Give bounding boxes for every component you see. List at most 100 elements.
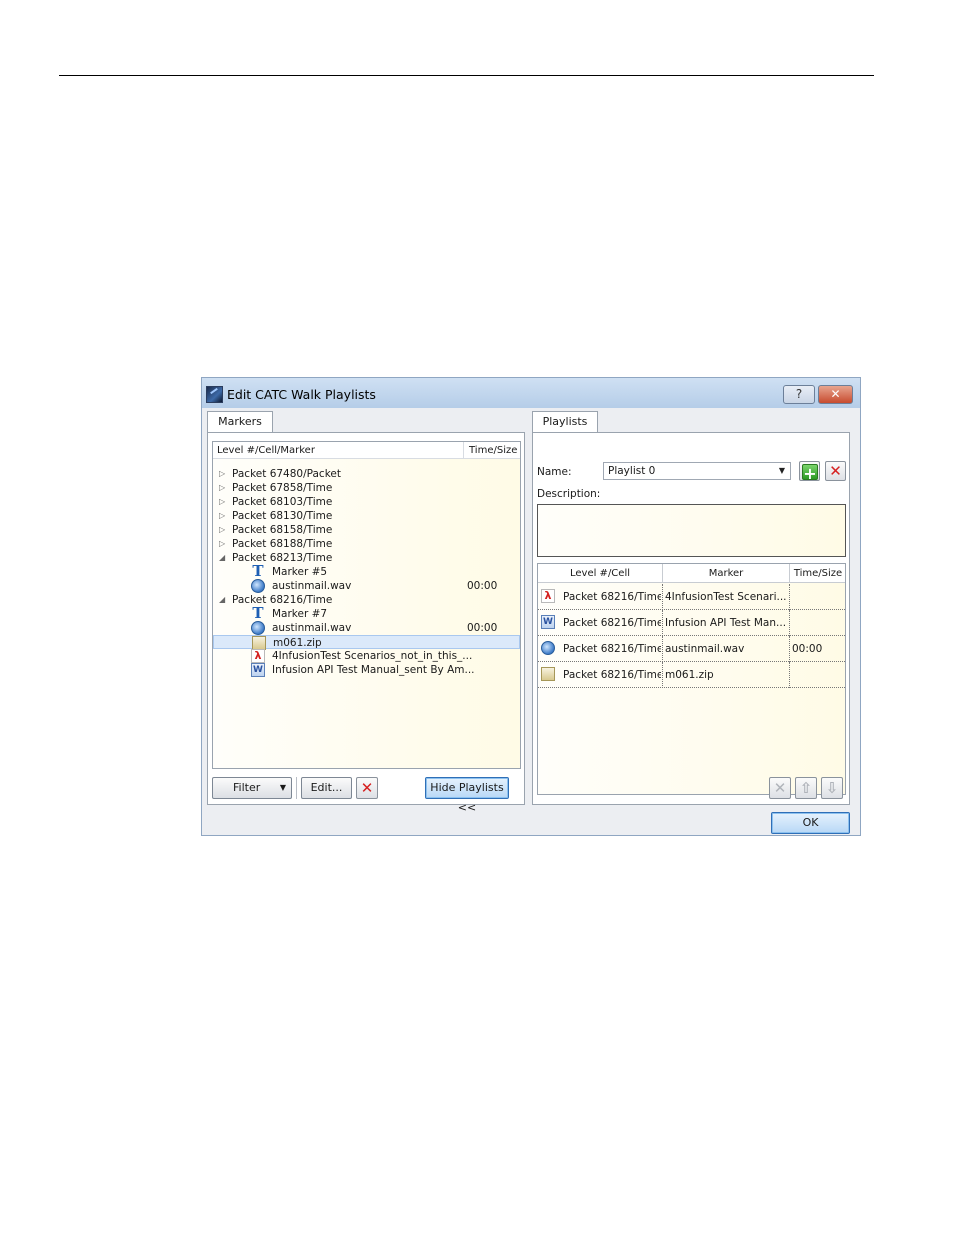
zip-file-icon: [541, 667, 555, 681]
column-marker[interactable]: Marker: [663, 568, 789, 579]
collapsed-triangle-icon[interactable]: ▷: [219, 509, 225, 523]
markers-tree-header: Level #/Cell/Marker Time/Size: [213, 442, 520, 459]
chevron-down-icon: ▼: [279, 783, 286, 792]
column-time-size[interactable]: Time/Size: [790, 568, 845, 579]
column-time-size[interactable]: Time/Size: [469, 445, 517, 456]
title-bar[interactable]: Edit CATC Walk Playlists ? ✕: [202, 378, 860, 408]
edit-button[interactable]: Edit...: [301, 777, 352, 799]
playlists-panel: Name: Playlist 0 ▼ + ✕ Description: Leve…: [532, 432, 850, 805]
pdf-file-icon: λ: [541, 589, 555, 603]
tree-item[interactable]: ▷ Packet 68130/Time: [213, 509, 520, 523]
tree-item-label: Marker #5: [272, 566, 328, 578]
tree-item-label: Packet 67858/Time: [232, 482, 333, 494]
description-label: Description:: [537, 488, 601, 500]
markers-tree[interactable]: Level #/Cell/Marker Time/Size ▷ Packet 67…: [212, 441, 521, 769]
page-top-rule: [59, 75, 874, 76]
tree-item-label: m061.zip: [273, 637, 322, 649]
tree-item[interactable]: m061.zip: [213, 635, 520, 650]
tree-item-label: Packet 67480/Packet: [232, 468, 341, 480]
tree-item[interactable]: T Marker #7: [213, 604, 520, 622]
tree-item-time: 00:00: [467, 580, 498, 592]
red-x-icon: ✕: [829, 462, 842, 480]
collapsed-triangle-icon[interactable]: ▷: [219, 537, 225, 551]
tree-item-label: Packet 68103/Time: [232, 496, 333, 508]
zip-file-icon: [252, 636, 266, 650]
chevron-down-icon: ▼: [778, 466, 785, 475]
delete-playlist-button[interactable]: ✕: [825, 461, 846, 481]
close-button[interactable]: ✕: [818, 385, 853, 404]
help-button[interactable]: ?: [783, 385, 815, 404]
tree-item-label: Packet 68158/Time: [232, 524, 333, 536]
tree-item-label: Packet 68216/Time: [232, 594, 333, 606]
audio-file-icon: [541, 641, 555, 655]
move-up-button[interactable]: ⇧: [795, 777, 817, 799]
tree-item-label: Infusion API Test Manual_sent By Am...: [272, 664, 475, 676]
playlist-grid-header: Level #/Cell Marker Time/Size: [538, 564, 845, 583]
playlist-cell-marker: austinmail.wav: [665, 643, 745, 655]
tree-item[interactable]: austinmail.wav 00:00: [213, 579, 520, 593]
playlist-name-select[interactable]: Playlist 0 ▼: [603, 462, 791, 480]
playlist-row[interactable]: λ Packet 68216/Time 4InfusionTest Scenari.…: [538, 584, 845, 610]
playlist-cell-level: Packet 68216/Time: [563, 591, 661, 603]
move-down-button[interactable]: ⇩: [821, 777, 843, 799]
playlist-cell-marker: Infusion API Test Man...: [665, 617, 787, 629]
tab-playlists[interactable]: Playlists: [532, 411, 598, 433]
tree-item-label: austinmail.wav: [272, 622, 352, 634]
filter-button[interactable]: Filter ▼: [212, 777, 292, 799]
tree-item-label: austinmail.wav: [272, 580, 352, 592]
tree-item-label: 4InfusionTest Scenarios_not_in_this_...: [272, 650, 473, 662]
x-icon: ✕: [773, 779, 787, 797]
collapsed-triangle-icon[interactable]: ▷: [219, 495, 225, 509]
playlist-row[interactable]: Packet 68216/Time m061.zip: [538, 662, 845, 688]
red-x-icon: ✕: [360, 779, 374, 797]
column-level-cell[interactable]: Level #/Cell: [538, 568, 662, 579]
tree-item[interactable]: austinmail.wav 00:00: [213, 621, 520, 635]
tree-item-label: Packet 68188/Time: [232, 538, 333, 550]
edit-playlists-dialog: Edit CATC Walk Playlists ? ✕ Markers Lev…: [201, 377, 861, 836]
delete-marker-button[interactable]: ✕: [356, 777, 378, 799]
tree-item-time: 00:00: [467, 622, 498, 634]
add-playlist-button[interactable]: +: [799, 461, 820, 483]
collapsed-triangle-icon[interactable]: ▷: [219, 523, 225, 537]
audio-file-icon: [251, 621, 265, 635]
collapsed-triangle-icon[interactable]: ▷: [219, 481, 225, 495]
plus-icon: +: [802, 464, 818, 483]
collapsed-triangle-icon[interactable]: ▷: [219, 467, 225, 481]
tree-item-label: Packet 68213/Time: [232, 552, 333, 564]
playlist-row[interactable]: Packet 68216/Time austinmail.wav 00:00: [538, 636, 845, 662]
ok-button[interactable]: OK: [771, 812, 850, 834]
tree-item[interactable]: T Marker #5: [213, 562, 520, 580]
arrow-down-icon: ⇩: [825, 779, 839, 797]
tree-item[interactable]: ▷ Packet 68103/Time: [213, 495, 520, 509]
tree-item[interactable]: ▷ Packet 68158/Time: [213, 523, 520, 537]
audio-file-icon: [251, 579, 265, 593]
tree-item[interactable]: ▷ Packet 67858/Time: [213, 481, 520, 495]
arrow-up-icon: ⇧: [799, 779, 813, 797]
text-marker-icon: T: [252, 604, 264, 622]
name-label: Name:: [537, 466, 572, 478]
remove-item-button[interactable]: ✕: [769, 777, 791, 799]
markers-panel: Level #/Cell/Marker Time/Size ▷ Packet 67…: [207, 432, 525, 814]
tree-item[interactable]: ▷ Packet 68188/Time: [213, 537, 520, 551]
column-level-cell-marker[interactable]: Level #/Cell/Marker: [217, 445, 315, 456]
playlist-row[interactable]: W Packet 68216/Time Infusion API Test Man.…: [538, 610, 845, 636]
tree-item[interactable]: λ 4InfusionTest Scenarios_not_in_this_...: [213, 649, 520, 663]
description-input[interactable]: [537, 504, 846, 557]
tab-markers[interactable]: Markers: [207, 411, 273, 433]
tree-item[interactable]: W Infusion API Test Manual_sent By Am...: [213, 663, 520, 677]
playlist-items-grid[interactable]: Level #/Cell Marker Time/Size λ Packet 68…: [537, 563, 846, 795]
pdf-file-icon: λ: [251, 649, 265, 663]
hide-playlists-button[interactable]: Hide Playlists <<: [425, 777, 509, 814]
playlist-cell-level: Packet 68216/Time: [563, 669, 661, 681]
text-marker-icon: T: [252, 562, 264, 580]
playlist-cell-marker: 4InfusionTest Scenari...: [665, 591, 787, 603]
expanded-triangle-icon[interactable]: ◢: [219, 551, 225, 565]
playlist-cell-level: Packet 68216/Time: [563, 643, 661, 655]
window-title: Edit CATC Walk Playlists: [227, 387, 376, 402]
tree-item[interactable]: ▷ Packet 67480/Packet: [213, 467, 520, 481]
catc-app-icon: [206, 386, 223, 403]
document-file-icon: W: [251, 663, 265, 677]
tree-item-label: Marker #7: [272, 608, 328, 620]
playlist-cell-level: Packet 68216/Time: [563, 617, 661, 629]
expanded-triangle-icon[interactable]: ◢: [219, 593, 225, 607]
